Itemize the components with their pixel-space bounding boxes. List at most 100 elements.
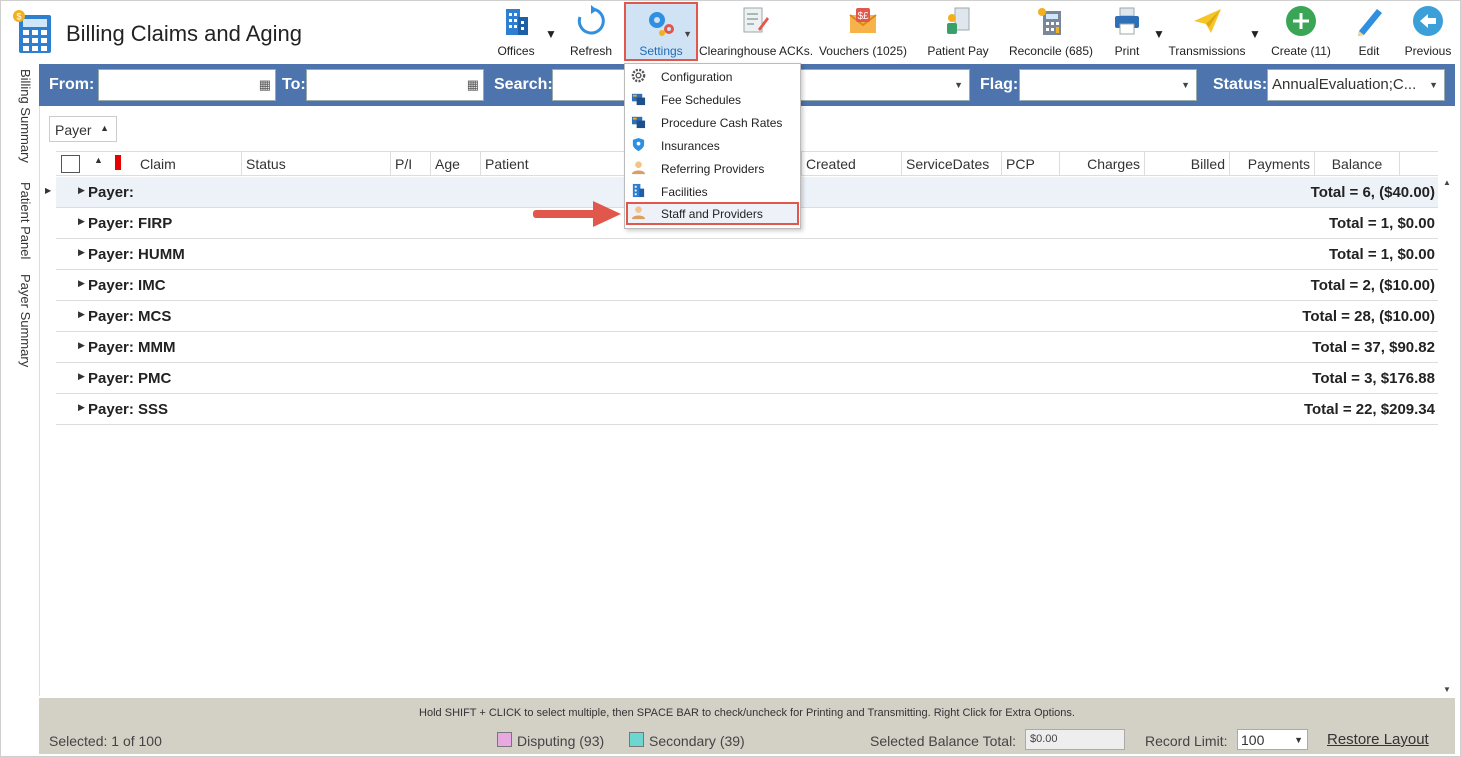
sort-up-icon[interactable]: ▲ [100,123,109,133]
tab-payer-summary[interactable]: Payer Summary [5,274,33,367]
expand-arrow-icon[interactable]: ▶ [78,278,85,289]
group-total: Total = 28, ($10.00) [1302,308,1435,325]
previous-button[interactable]: Previous [1403,5,1453,61]
group-row[interactable]: ▶ Payer: PMC Total = 3, $176.88 [56,363,1438,394]
menu-item-facilities[interactable]: Facilities [626,180,799,203]
group-row[interactable]: ▶ Payer: IMC Total = 2, ($10.00) [56,270,1438,301]
chevron-down-icon[interactable]: ▼ [954,80,963,90]
scroll-down-icon[interactable]: ▼ [1443,685,1451,694]
col-payments[interactable]: Payments [1230,152,1315,176]
tab-billing-summary[interactable]: Billing Summary [5,69,33,163]
clearinghouse-label: Clearinghouse ACKs. [699,44,814,58]
transmissions-dropdown-icon[interactable]: ▼ [1249,27,1261,41]
col-pcp[interactable]: PCP [1002,152,1060,176]
chevron-down-icon[interactable]: ▼ [1429,80,1438,90]
tab-patient-panel[interactable]: Patient Panel [5,182,33,259]
col-age[interactable]: Age [431,152,481,176]
settings-menu: Configuration Fee Schedules Procedure Ca… [624,63,801,229]
settings-button[interactable]: Settings ▼ [624,2,698,61]
selected-balance-field[interactable]: $0.00 [1025,729,1125,750]
menu-item-configuration[interactable]: Configuration [626,65,799,88]
sort-up-icon[interactable]: ▲ [94,155,103,165]
group-row[interactable]: ▶ Payer: SSS Total = 22, $209.34 [56,394,1438,425]
menu-item-staff-and-providers[interactable]: Staff and Providers [626,202,799,225]
flag-select[interactable]: ▼ [1019,69,1197,101]
select-all-checkbox[interactable] [61,155,80,173]
group-total: Total = 22, $209.34 [1303,401,1435,418]
app-window: $ Billing Claims and Aging Offices ▼ Ref… [0,0,1461,757]
col-status[interactable]: Status [242,152,391,176]
menu-item-procedure-cash-rates[interactable]: Procedure Cash Rates [626,111,799,134]
vertical-scrollbar[interactable]: ▲ ▼ [1439,176,1455,694]
expand-arrow-icon[interactable]: ▶ [78,402,85,413]
record-limit-select[interactable]: 100 ▼ [1237,729,1308,750]
menu-item-label: Procedure Cash Rates [661,116,783,130]
staff-person-icon [631,206,646,220]
create-button[interactable]: Create (11) [1267,5,1335,61]
from-label: From: [49,76,95,93]
clearinghouse-acks-button[interactable]: Clearinghouse ACKs. [699,5,814,61]
fee-schedule-icon [631,93,646,106]
expand-arrow-icon[interactable]: ▶ [78,371,85,382]
expand-arrow-icon[interactable]: ▶ [78,309,85,320]
secondary-legend: Secondary (39) [649,733,745,749]
expand-arrow-icon[interactable]: ▶ [78,185,85,196]
offices-dropdown-icon[interactable]: ▼ [545,27,557,41]
calendar-icon[interactable]: ▦ [467,77,479,93]
group-row[interactable]: ▶ Payer: MMM Total = 37, $90.82 [56,332,1438,363]
edit-button[interactable]: Edit [1349,5,1389,61]
status-value: AnnualEvaluation;C... [1272,76,1417,93]
refresh-button[interactable]: Refresh [567,5,615,61]
col-balance[interactable]: Balance [1315,152,1400,176]
expand-arrow-icon[interactable]: ▶ [78,340,85,351]
from-date-input[interactable]: ▦ [98,69,276,101]
reconcile-calculator-icon [1038,8,1061,35]
col-charges[interactable]: Charges [1060,152,1145,176]
print-label: Print [1114,44,1140,58]
offices-button[interactable]: Offices [491,5,541,61]
col-billed[interactable]: Billed [1145,152,1230,176]
calendar-icon[interactable]: ▦ [259,77,271,93]
scroll-up-icon[interactable]: ▲ [1443,178,1451,187]
menu-item-label: Insurances [661,139,720,153]
group-by-label: Payer [55,122,92,138]
status-select[interactable]: AnnualEvaluation;C... ▼ [1267,69,1445,101]
reconcile-button[interactable]: Reconcile (685) [1007,5,1095,61]
group-label: Payer: HUMM [88,246,185,263]
expand-arrow-icon[interactable]: ▶ [78,247,85,258]
menu-item-referring-providers[interactable]: Referring Providers [626,157,799,180]
expand-arrow-icon[interactable]: ▶ [78,216,85,227]
pencil-icon [1358,9,1382,36]
chevron-down-icon[interactable]: ▼ [1294,735,1303,745]
menu-item-fee-schedules[interactable]: Fee Schedules [626,88,799,111]
menu-item-insurances[interactable]: Insurances [626,134,799,157]
offices-building-icon [506,9,528,35]
flag-column-icon [115,155,121,170]
col-service-dates[interactable]: ServiceDates [902,152,1002,176]
group-label: Payer: SSS [88,401,169,418]
col-claim[interactable]: Claim [136,152,242,176]
transmissions-button[interactable]: Transmissions [1167,5,1247,61]
col-created[interactable]: Created [802,152,902,176]
secondary-swatch [629,732,644,747]
offices-label: Offices [497,44,535,58]
restore-layout-link[interactable]: Restore Layout [1327,731,1429,748]
plus-circle-icon [1286,6,1316,36]
app-title: Billing Claims and Aging [66,21,303,46]
group-by-chip[interactable]: Payer ▲ [49,116,117,142]
group-row[interactable]: ▶ Payer: HUMM Total = 1, $0.00 [56,239,1438,270]
print-dropdown-icon[interactable]: ▼ [1153,27,1165,41]
vouchers-button[interactable]: $£ Vouchers (1025) [818,5,908,61]
vouchers-envelope-icon: $£ [849,8,877,33]
group-total: Total = 37, $90.82 [1312,339,1435,356]
selected-balance-label: Selected Balance Total: [870,733,1017,749]
col-pi[interactable]: P/I [391,152,431,176]
edit-label: Edit [1358,44,1380,58]
print-button[interactable]: Print [1105,5,1149,61]
search-label: Search: [494,76,553,93]
to-date-input[interactable]: ▦ [306,69,484,101]
group-row[interactable]: ▶ Payer: MCS Total = 28, ($10.00) [56,301,1438,332]
patient-pay-button[interactable]: Patient Pay [925,5,991,61]
footer-hint: Hold SHIFT + CLICK to select multiple, t… [419,707,1075,719]
chevron-down-icon[interactable]: ▼ [1181,80,1190,90]
